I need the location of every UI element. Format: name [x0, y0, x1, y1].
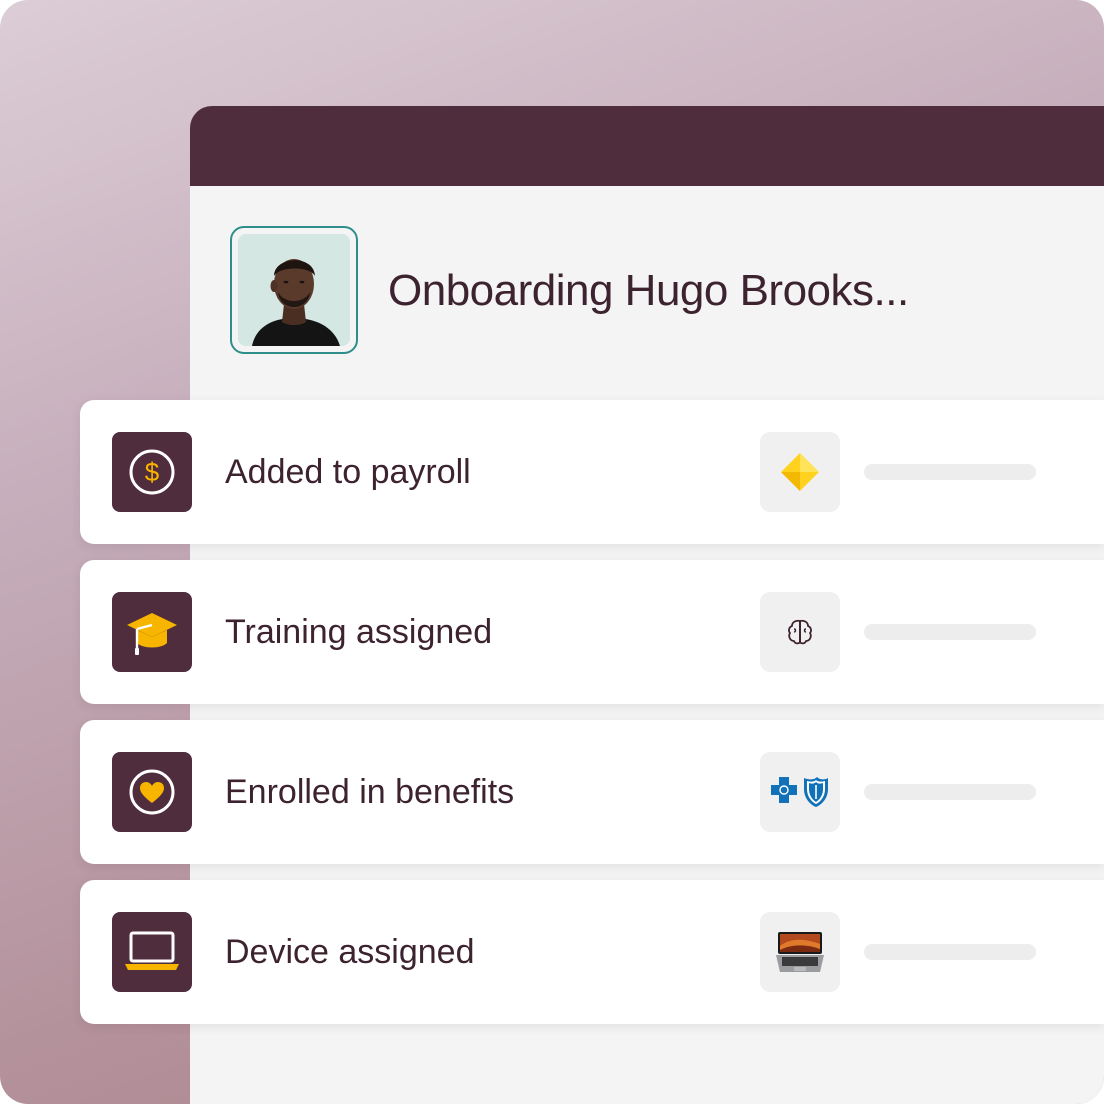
blue-cross-blue-shield-logo-icon	[760, 752, 840, 832]
task-card-training[interactable]: Training assigned	[80, 560, 1104, 704]
page-title: Onboarding Hugo Brooks...	[388, 266, 909, 315]
macbook-icon	[760, 912, 840, 992]
task-card-payroll[interactable]: $ Added to payroll	[80, 400, 1104, 544]
panel-header-bar	[190, 106, 1104, 186]
skeleton-bar	[864, 624, 1036, 640]
skeleton-bar	[864, 464, 1036, 480]
task-card-benefits[interactable]: Enrolled in benefits	[80, 720, 1104, 864]
heart-circle-icon	[112, 752, 192, 832]
yellow-diamond-logo-icon	[760, 432, 840, 512]
app-frame: Onboarding Hugo Brooks... $ Added to pay…	[0, 0, 1104, 1104]
task-label: Enrolled in benefits	[225, 773, 515, 811]
skeleton-bar	[864, 784, 1036, 800]
avatar	[230, 226, 358, 354]
svg-text:$: $	[145, 457, 160, 487]
task-label: Training assigned	[225, 613, 493, 651]
task-card-device[interactable]: Device assigned	[80, 880, 1104, 1024]
task-label: Added to payroll	[225, 453, 471, 491]
brain-icon	[760, 592, 840, 672]
skeleton-bar	[864, 944, 1036, 960]
graduation-cap-icon	[112, 592, 192, 672]
dollar-coin-icon: $	[112, 432, 192, 512]
task-label: Device assigned	[225, 933, 475, 971]
avatar-photo	[238, 234, 350, 346]
laptop-icon	[112, 912, 192, 992]
task-list: $ Added to payroll Training assigned Enr…	[80, 400, 1104, 1040]
